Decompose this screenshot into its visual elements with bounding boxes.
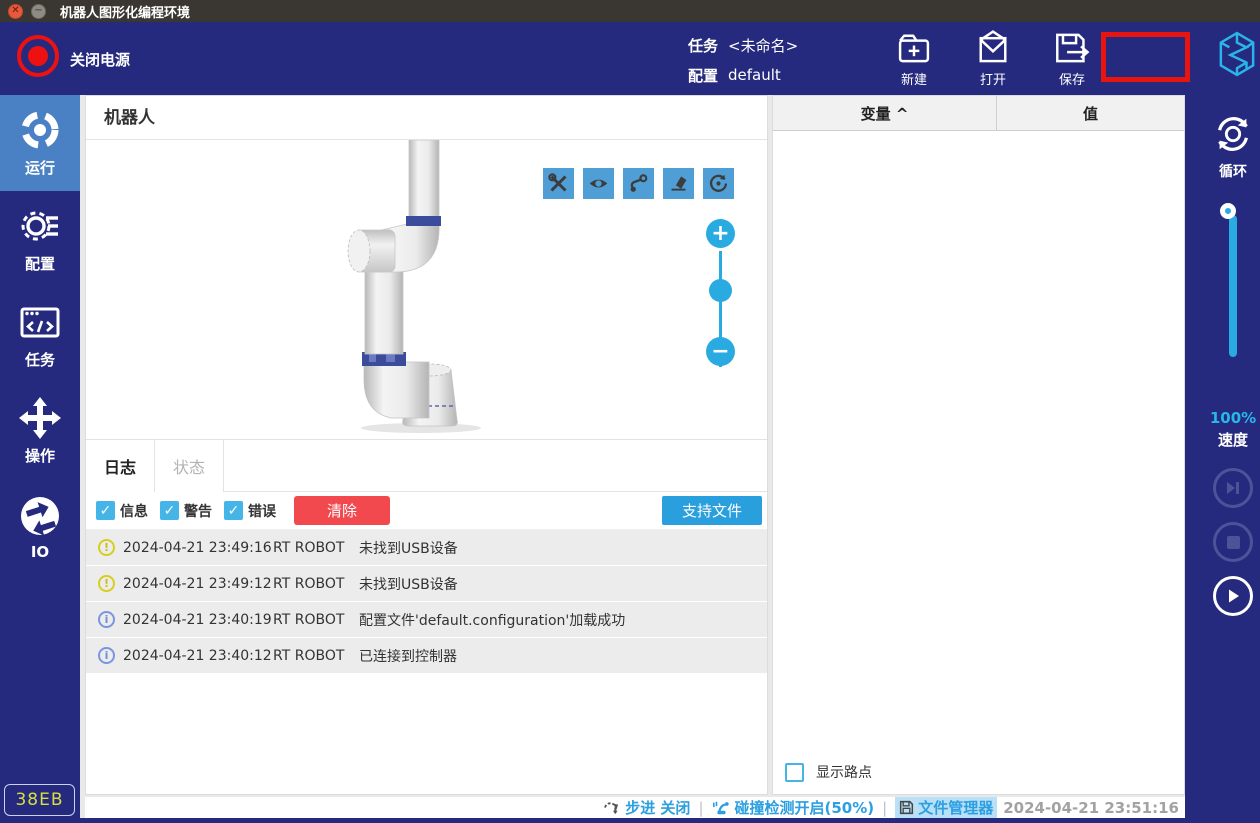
filter-warning-checkbox[interactable]: ✓ [160,501,179,520]
reset-view-button[interactable] [703,168,734,199]
sidebar-item-run[interactable]: 运行 [0,95,80,191]
window-title: 机器人图形化编程环境 [60,2,190,21]
zoom-in-button[interactable]: + [706,219,735,248]
zoom-slider-handle[interactable] [709,279,732,302]
settings-icon [18,204,62,248]
eraser-button[interactable] [663,168,694,199]
tab-status[interactable]: 状态 [155,440,224,492]
app-header: 关闭电源 任务 <未命名> 配置 default 新建 打开 [0,22,1260,95]
support-files-button[interactable]: 支持文件 [662,496,762,525]
config-label: 配置 [688,65,718,86]
power-button[interactable] [17,35,59,77]
show-waypoints-label: 显示路点 [816,762,872,782]
path-icon [628,173,649,194]
sidebar-item-operate[interactable]: 操作 [0,383,80,479]
variables-table-header: 变量 ^ 值 [773,96,1184,131]
open-icon [975,30,1011,66]
play-icon [1225,588,1241,604]
speed-slider [1206,203,1260,363]
show-waypoints-checkbox[interactable] [785,763,804,782]
config-value: default [728,66,781,84]
info-icon: i [98,611,115,628]
highlight-annotation-box [1101,32,1190,82]
step-mode-icon [603,799,620,816]
robot-panel: 机器人 [85,95,768,795]
filter-error-checkbox[interactable]: ✓ [224,501,243,520]
eraser-icon [668,173,689,194]
play-button[interactable] [1213,576,1253,616]
run-icon [18,108,62,152]
warning-icon: ! [98,539,115,556]
collision-detection-status[interactable]: 碰撞检测开启(50%) [712,797,875,818]
column-variable[interactable]: 变量 ^ [773,96,997,130]
task-config-info: 任务 <未命名> 配置 default [688,30,798,90]
app-logo-icon [1218,29,1256,83]
speed-label: 速度 [1218,429,1248,450]
column-value[interactable]: 值 [997,96,1184,130]
warning-icon: ! [98,575,115,592]
save-button[interactable]: 保存 [1040,30,1104,88]
sidebar-item-task[interactable]: 任务 [0,287,80,383]
zoom-out-button[interactable]: − [706,337,735,366]
loop-icon[interactable] [1212,113,1254,155]
step-forward-icon [1225,480,1241,496]
path-button[interactable] [623,168,654,199]
sidebar-item-config[interactable]: 配置 [0,191,80,287]
variables-panel: 变量 ^ 值 显示路点 [772,95,1185,795]
stop-button[interactable] [1213,522,1253,562]
left-sidebar: 运行 配置 任务 操作 [0,95,80,823]
robot-arm-image [331,140,491,440]
io-icon [18,494,62,538]
power-icon [28,46,48,66]
eye-icon [588,173,609,194]
tab-log[interactable]: 日志 [86,440,155,492]
rotate-icon [708,173,729,194]
task-value: <未命名> [728,35,798,56]
step-mode-status[interactable]: 步进 关闭 [603,797,690,818]
visibility-button[interactable] [583,168,614,199]
task-icon [18,300,62,344]
status-badge: 38EB [4,784,75,816]
log-list: ! 2024-04-21 23:49:16 RT ROBOT 未找到USB设备 … [86,530,767,673]
log-tab-bar: 日志 状态 [86,440,767,492]
robot-3d-view[interactable]: + − [86,140,767,440]
tools-icon [548,173,569,194]
info-icon: i [98,647,115,664]
file-manager-status[interactable]: 文件管理器 [895,797,997,818]
speed-percent: 100% [1210,409,1256,427]
file-manager-icon [899,800,914,815]
log-entry[interactable]: i 2024-04-21 23:40:19 RT ROBOT 配置文件'defa… [86,602,767,637]
task-label: 任务 [688,35,718,56]
bottom-strip [80,818,1260,823]
robot-panel-title: 机器人 [86,96,767,140]
tools-button[interactable] [543,168,574,199]
stop-icon [1227,536,1240,549]
status-bar: 步进 关闭 | 碰撞检测开启(50%) | 文件管理器 2024-04-21 2… [85,797,1185,818]
loop-label: 循环 [1219,161,1247,181]
clear-button[interactable]: 清除 [294,496,390,525]
log-filter-bar: ✓ 信息 ✓ 警告 ✓ 错误 清除 支持文件 [86,492,767,530]
new-task-button[interactable]: 新建 [882,30,946,88]
save-icon [1054,30,1090,66]
window-minimize-button[interactable]: − [31,4,46,19]
operate-icon [18,396,62,440]
window-close-button[interactable]: ✕ [8,4,23,19]
sidebar-item-io[interactable]: IO [0,479,80,575]
status-timestamp: 2024-04-21 23:51:16 [1003,799,1179,817]
filter-info-checkbox[interactable]: ✓ [96,501,115,520]
window-titlebar: ✕ − 机器人图形化编程环境 [0,0,1260,22]
view-toolbar [543,168,734,199]
log-entry[interactable]: ! 2024-04-21 23:49:16 RT ROBOT 未找到USB设备 [86,530,767,565]
right-control-rail: 循环 100% 速度 [1185,95,1260,823]
log-entry[interactable]: i 2024-04-21 23:40:12 RT ROBOT 已连接到控制器 [86,638,767,673]
speed-slider-track[interactable] [1229,215,1237,357]
collision-icon [712,799,730,817]
open-button[interactable]: 打开 [961,30,1025,88]
new-task-icon [896,30,932,66]
show-waypoints-row: 显示路点 [785,762,872,782]
power-label: 关闭电源 [70,49,130,70]
log-entry[interactable]: ! 2024-04-21 23:49:12 RT ROBOT 未找到USB设备 [86,566,767,601]
speed-slider-handle[interactable] [1220,203,1236,219]
step-forward-button[interactable] [1213,468,1253,508]
